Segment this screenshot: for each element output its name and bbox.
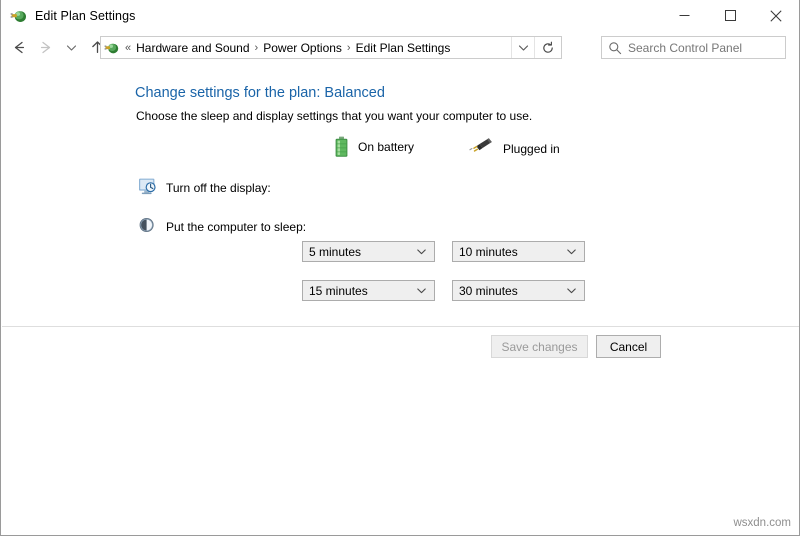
- chevron-down-icon[interactable]: [511, 37, 534, 58]
- back-button[interactable]: [6, 31, 32, 64]
- column-label-on-battery: On battery: [358, 140, 414, 154]
- dropdown-sleep-on-battery[interactable]: 15 minutes: [302, 280, 435, 301]
- search-icon: [602, 37, 628, 58]
- chevron-down-icon: [416, 246, 427, 257]
- watermark: wsxdn.com: [733, 517, 791, 529]
- address-bar-controls: [511, 37, 561, 58]
- cancel-button[interactable]: Cancel: [596, 335, 661, 358]
- breadcrumb-item-hardware-and-sound[interactable]: Hardware and Sound: [136, 41, 249, 55]
- dropdown-turn-off-display-plugged-in[interactable]: 10 minutes: [452, 241, 585, 262]
- column-header-on-battery: On battery: [334, 136, 414, 158]
- display-clock-icon: [138, 177, 157, 200]
- address-bar[interactable]: « Hardware and Sound › Power Options › E…: [100, 36, 562, 59]
- minimize-button[interactable]: [661, 0, 707, 31]
- dropdown-value: 5 minutes: [309, 245, 361, 259]
- breadcrumb-item-power-options[interactable]: Power Options: [263, 41, 342, 55]
- column-label-plugged-in: Plugged in: [503, 142, 560, 156]
- battery-icon: [334, 136, 349, 158]
- close-button[interactable]: [753, 0, 799, 31]
- power-plug-icon: [468, 136, 494, 161]
- setting-label-turn-off-display: Turn off the display:: [166, 181, 271, 195]
- forward-button[interactable]: [32, 31, 58, 64]
- column-header-plugged-in: Plugged in: [468, 136, 560, 161]
- breadcrumb-overflow[interactable]: «: [120, 42, 136, 54]
- content-area: Change settings for the plan: Balanced C…: [2, 64, 799, 326]
- dropdown-value: 10 minutes: [459, 245, 518, 259]
- chevron-down-icon: [566, 285, 577, 296]
- caption-buttons: [661, 0, 799, 31]
- power-plug-icon: [104, 40, 120, 56]
- dropdown-sleep-plugged-in[interactable]: 30 minutes: [452, 280, 585, 301]
- dropdown-turn-off-display-on-battery[interactable]: 5 minutes: [302, 241, 435, 262]
- setting-label-put-computer-to-sleep: Put the computer to sleep:: [166, 220, 306, 234]
- dropdown-value: 30 minutes: [459, 284, 518, 298]
- setting-row-put-computer-to-sleep: Put the computer to sleep:: [138, 216, 306, 238]
- footer-area: Save changes Cancel: [2, 327, 799, 535]
- maximize-button[interactable]: [707, 0, 753, 31]
- search-box[interactable]: [601, 36, 786, 59]
- breadcrumb-item-edit-plan-settings[interactable]: Edit Plan Settings: [356, 41, 451, 55]
- window-title: Edit Plan Settings: [35, 9, 135, 23]
- navigation-bar: « Hardware and Sound › Power Options › E…: [1, 31, 799, 64]
- refresh-icon[interactable]: [534, 37, 561, 58]
- power-plug-icon: [10, 7, 28, 25]
- sleep-moon-icon: [138, 216, 157, 239]
- setting-row-turn-off-display: Turn off the display:: [138, 177, 271, 199]
- save-changes-button[interactable]: Save changes: [491, 335, 588, 358]
- page-subtitle: Choose the sleep and display settings th…: [136, 109, 532, 123]
- search-input[interactable]: [628, 41, 778, 55]
- breadcrumb-separator: ›: [342, 42, 356, 54]
- chevron-down-icon: [566, 246, 577, 257]
- chevron-down-icon: [416, 285, 427, 296]
- page-title: Change settings for the plan: Balanced: [135, 85, 385, 101]
- breadcrumb-separator: ›: [250, 42, 264, 54]
- recent-locations-button[interactable]: [58, 31, 84, 64]
- dropdown-value: 15 minutes: [309, 284, 368, 298]
- edit-plan-settings-window: Edit Plan Settings: [0, 0, 800, 536]
- title-bar: Edit Plan Settings: [1, 0, 799, 31]
